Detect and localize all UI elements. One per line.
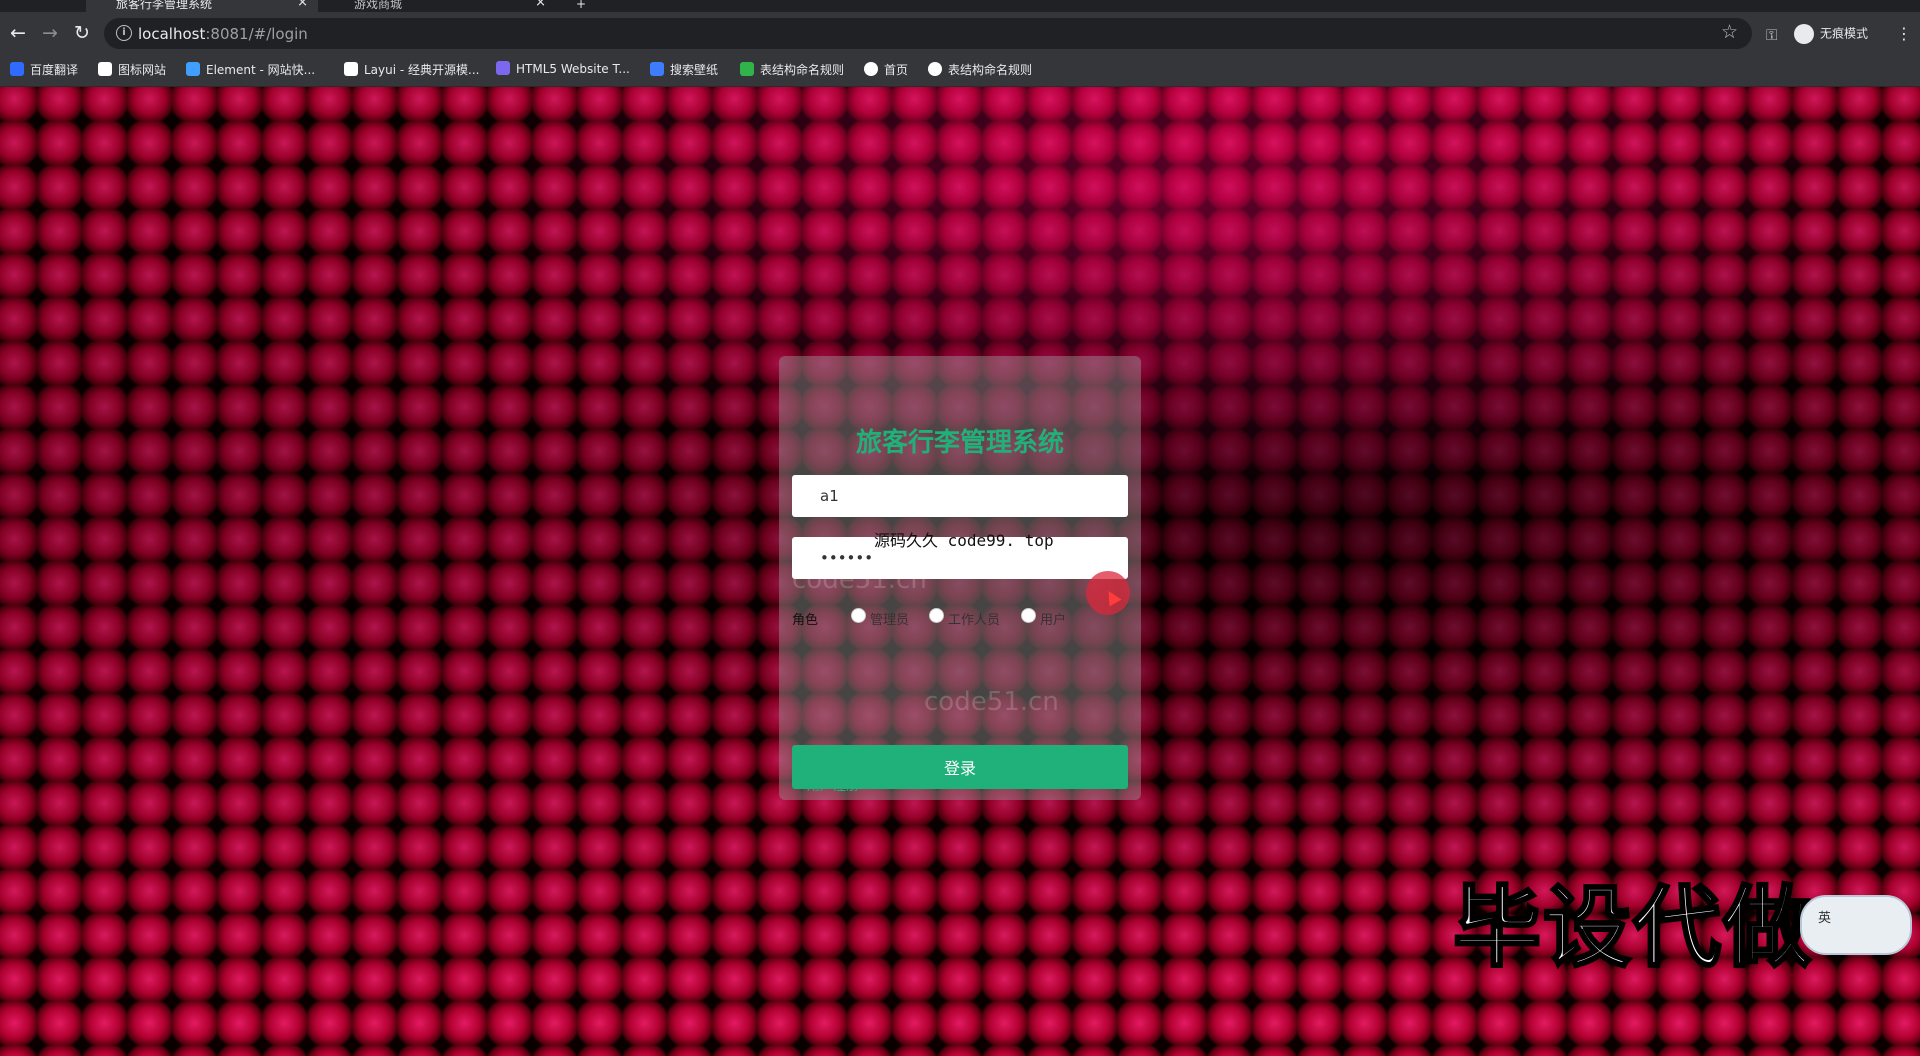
tab-inactive[interactable]: 游戏商城 × [324,0,556,12]
bookmark-favicon-icon [650,62,664,76]
role-radio-staff[interactable] [929,608,944,623]
bookmark-label: 表结构命名规则 [760,63,845,77]
bookmark-item[interactable]: 搜索壁纸 [650,61,718,78]
bookmark-item[interactable]: 图标网站 [98,61,166,78]
bookmark-label: 图标网站 [118,63,167,77]
url-text[interactable]: localhost:8081/#/login [138,25,308,43]
register-link[interactable]: 用户注册 [807,775,859,794]
menu-icon[interactable]: ⋮ [1896,24,1912,43]
bookmark-label: 搜索壁纸 [670,63,719,77]
promo-overlay-text: 毕设代做 [1451,875,1814,981]
forward-icon[interactable]: → [37,20,63,46]
bookmark-item[interactable]: 表结构命名规则 [928,61,1032,78]
role-selector: 角色 管理员 工作人员 用户 [792,608,1128,629]
star-icon[interactable]: ☆ [1721,21,1738,43]
bookmarks-bar: 百度翻译 图标网站 Element - 网站快... Layui - 经典开源模… [0,52,1920,87]
bookmark-favicon-icon [10,62,24,76]
username-input[interactable] [792,475,1128,517]
incognito-label: 无痕模式 [1820,26,1869,41]
watermark: code51.cn [1320,87,1455,91]
role-option-label: 用户 [1040,613,1067,628]
bookmark-favicon-icon [864,62,878,76]
back-icon[interactable]: ← [5,20,31,46]
bookmark-item[interactable]: 表结构命名规则 [740,61,844,78]
tab-title: 游戏商城 [354,0,403,11]
incognito-indicator[interactable]: 无痕模式 [1794,24,1868,46]
bookmark-favicon-icon [344,62,358,76]
bookmark-label: Element - 网站快... [206,63,316,77]
bookmark-label: 首页 [884,63,909,77]
watermark: code51.cn [1588,87,1723,91]
bookmark-label: 表结构命名规则 [948,63,1033,77]
bookmark-label: HTML5 Website T... [516,62,630,76]
window-icon [52,0,80,12]
bookmark-label: Layui - 经典开源模... [364,63,480,77]
watermark-center: 源码久久 code99. top [874,531,1054,550]
watermark: code51.cn [792,565,927,595]
ime-label: 英 [1818,911,1832,926]
role-option-label: 工作人员 [948,613,1001,628]
close-icon[interactable]: × [535,0,546,9]
incognito-icon [1794,24,1814,44]
key-icon[interactable]: ⚿ [1766,26,1777,44]
tab-strip: 旅客行李管理系统 × 游戏商城 × + [0,0,1920,12]
address-bar[interactable]: i localhost:8081/#/login ☆ [104,18,1752,49]
bookmark-favicon-icon [928,62,942,76]
new-tab-button[interactable]: + [576,0,596,12]
reload-icon[interactable]: ↻ [69,20,95,46]
login-title: 旅客行李管理系统 [855,428,1064,458]
bookmark-favicon-icon [496,61,510,75]
watermark: code51.cn [1060,87,1195,91]
browser-icon [0,0,32,12]
bookmark-favicon-icon [186,62,200,76]
bookmark-item[interactable]: HTML5 Website T... [496,61,630,76]
bookmark-item[interactable]: Element - 网站快... [186,61,315,78]
url-host: localhost [138,25,206,43]
tab-active[interactable]: 旅客行李管理系统 × [86,0,318,12]
ime-indicator[interactable]: 英 [1800,895,1912,955]
role-option-label: 管理员 [870,613,910,628]
bookmark-label: 百度翻译 [30,63,79,77]
bookmark-item[interactable]: 百度翻译 [10,61,78,78]
watermark: code51.cn [924,687,1059,717]
bookmark-item[interactable]: Layui - 经典开源模... [344,61,479,78]
role-radio-admin[interactable] [851,608,866,623]
url-path: :8081/#/login [205,25,308,43]
close-icon[interactable]: × [297,0,308,9]
role-radio-user[interactable] [1021,608,1036,623]
tab-title: 旅客行李管理系统 [116,0,213,11]
bookmark-favicon-icon [740,62,754,76]
login-page: code51.cn code51.cn code51.cn code51.cn … [0,87,1920,1056]
bookmark-item[interactable]: 首页 [864,61,908,78]
info-icon[interactable]: i [116,25,132,41]
role-label: 角色 [792,613,819,628]
bookmark-favicon-icon [98,62,112,76]
